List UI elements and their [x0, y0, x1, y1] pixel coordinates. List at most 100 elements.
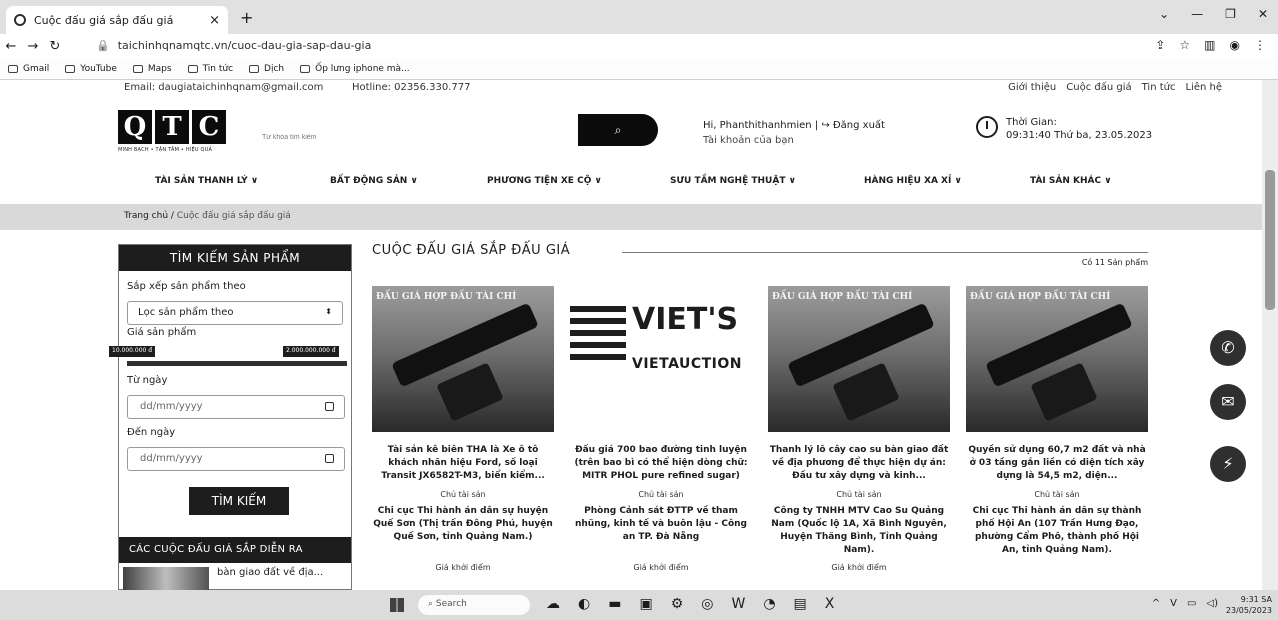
search-submit-button[interactable]: TÌM KIẾM — [189, 487, 289, 515]
browser-tab[interactable]: Cuộc đấu giá sắp đấu giá × — [6, 6, 228, 34]
edge-icon[interactable]: ◐ — [578, 596, 590, 612]
owner-label: Chủ tài sản — [836, 490, 882, 499]
upcoming-auction-item[interactable]: bàn giao đất về địa... — [123, 567, 323, 590]
vietauction-logo-bars — [570, 306, 626, 366]
bookmark-youtube[interactable]: YouTube — [65, 64, 117, 74]
link-contact[interactable]: Liên hệ — [1185, 82, 1222, 93]
to-date-label: Đến ngày — [127, 427, 176, 438]
breadcrumb-separator: / — [170, 211, 174, 221]
back-icon[interactable]: ← — [0, 39, 22, 54]
bookmark-news[interactable]: Tin tức — [187, 64, 233, 74]
breadcrumb-home[interactable]: Trang chủ — [124, 211, 168, 221]
excel-icon[interactable]: X — [825, 596, 835, 612]
auction-image[interactable]: ĐẤU GIÁ HỢP ĐẤU TÀI CHÍ — [372, 286, 554, 432]
url-field[interactable]: 🔒 taichinhqnamqtc.vn/cuoc-dau-gia-sap-dau… — [96, 34, 371, 58]
messenger-button[interactable]: ⚡ — [1210, 446, 1246, 482]
share-icon[interactable]: ⇪ — [1155, 38, 1165, 52]
settings-icon[interactable]: ⚙ — [671, 596, 684, 612]
bookmark-gmail[interactable]: Gmail — [8, 64, 49, 74]
contact-email[interactable]: Email: daugiataichinhqnam@gmail.com — [124, 82, 323, 93]
to-date-input[interactable]: dd/mm/yyyy — [127, 447, 345, 471]
logout-link[interactable]: Đăng xuất — [833, 120, 885, 131]
breadcrumb-current: Cuộc đấu giá sắp đấu giá — [176, 211, 291, 221]
to-date-placeholder: dd/mm/yyyy — [140, 453, 203, 464]
from-date-input[interactable]: dd/mm/yyyy — [127, 395, 345, 419]
bookmark-label: Dịch — [264, 63, 285, 74]
address-bar: ← → ↻ 🔒 taichinhqnamqtc.vn/cuoc-dau-gia-s… — [0, 34, 1278, 58]
auction-image[interactable]: ĐẤU GIÁ HỢP ĐẤU TÀI CHÍ — [966, 286, 1148, 432]
sidepanel-icon[interactable]: ▥ — [1204, 38, 1215, 52]
tab-search-icon[interactable]: ⌄ — [1159, 7, 1169, 21]
nav-item-luxury[interactable]: HÀNG HIỆU XA XỈ ∨ — [864, 176, 962, 186]
chrome-icon[interactable]: ◎ — [701, 596, 713, 612]
scrollbar-thumb[interactable] — [1265, 170, 1275, 310]
auction-title[interactable]: Đấu giá 700 bao đường tinh luyện (trên b… — [570, 444, 752, 484]
auction-owner: Chi cục Thi hành án dân sự huyện Quế Sơn… — [373, 506, 553, 542]
vietauction-logo-text: VIET'S — [632, 302, 739, 337]
address-bar-icons: ⇪ ☆ ▥ ◉ ⋮ — [1155, 38, 1266, 52]
tab-close-icon[interactable]: × — [209, 13, 220, 28]
bookmark-label: Maps — [147, 63, 172, 74]
store-icon[interactable]: ▣ — [639, 596, 652, 612]
auction-title[interactable]: Thanh lý lô cây cao su bàn giao đất về đ… — [768, 444, 950, 484]
bookmark-translate[interactable]: Dịch — [249, 64, 284, 74]
photos-icon[interactable]: ▤ — [794, 596, 807, 612]
nav-item-real-estate[interactable]: BẤT ĐỘNG SẢN ∨ — [330, 176, 418, 186]
restore-icon[interactable]: ❐ — [1225, 7, 1236, 21]
minimize-icon[interactable]: — — [1191, 7, 1203, 21]
weather-icon[interactable]: ☁ — [546, 596, 560, 612]
search-icon: ⌕ — [614, 123, 622, 137]
nav-item-liquidation[interactable]: TÀI SẢN THANH LÝ ∨ — [155, 176, 258, 186]
close-window-icon[interactable]: ✕ — [1258, 7, 1268, 21]
windows-start-icon[interactable] — [390, 598, 404, 612]
phone-call-button[interactable]: ✆ — [1210, 330, 1246, 366]
profile-icon[interactable]: ◉ — [1230, 38, 1240, 52]
taskbar-date: 23/05/2023 — [1225, 606, 1272, 615]
calendar-icon[interactable] — [325, 454, 334, 463]
user-greeting: Hi, Phanthithanhmien — [703, 120, 812, 131]
auction-card[interactable]: VIET'S VIETAUCTION Đấu giá 700 bao đường… — [570, 286, 752, 590]
taskbar-clock[interactable]: 9:31 SA 23/05/2023 — [1226, 594, 1272, 616]
contact-hotline[interactable]: Hotline: 02356.330.777 — [352, 82, 471, 93]
search-input[interactable] — [250, 120, 580, 154]
nav-item-art[interactable]: SƯU TẦM NGHỆ THUẬT ∨ — [670, 176, 796, 186]
account-link[interactable]: Tài khoản của bạn — [703, 133, 885, 148]
search-button[interactable]: ⌕ — [578, 114, 658, 146]
volume-icon[interactable]: ◁) — [1206, 598, 1218, 609]
bookmark-phonecase[interactable]: Ốp lưng iphone mà... — [300, 64, 410, 74]
auction-title[interactable]: Tài sản kê biên THA là Xe ô tô khách nhã… — [372, 444, 554, 484]
bookmark-star-icon[interactable]: ☆ — [1179, 38, 1190, 52]
menu-icon[interactable]: ⋮ — [1254, 38, 1266, 52]
zalo-chat-button[interactable]: ✉ — [1210, 384, 1246, 420]
nav-item-other[interactable]: TÀI SẢN KHÁC ∨ — [1030, 176, 1112, 186]
new-tab-button[interactable]: + — [240, 8, 253, 27]
taskbar-search[interactable]: ⌕ Search — [418, 595, 530, 615]
auction-title[interactable]: Quyền sử dụng 60,7 m2 đất và nhà ở 03 tầ… — [966, 444, 1148, 484]
gmail-icon — [8, 64, 18, 73]
product-count: Có 11 Sản phẩm — [1081, 258, 1148, 267]
tray-app-icon[interactable]: V — [1170, 598, 1177, 609]
file-explorer-icon[interactable]: ▬ — [608, 596, 621, 612]
forward-icon[interactable]: → — [22, 39, 44, 54]
bookmark-maps[interactable]: Maps — [132, 63, 172, 74]
auction-image[interactable]: VIET'S VIETAUCTION — [570, 286, 752, 432]
word-icon[interactable]: W — [731, 596, 745, 612]
sort-select[interactable]: Lọc sản phẩm theo ⬍ — [127, 301, 343, 325]
tray-chevron-icon[interactable]: ^ — [1152, 598, 1160, 609]
nav-item-vehicles[interactable]: PHƯƠNG TIỆN XE CỘ ∨ — [487, 176, 602, 186]
price-range-slider[interactable] — [127, 361, 347, 366]
site-logo[interactable]: Q T C MINH BẠCH • TẬN TÂM • HIỆU QUẢ — [118, 110, 228, 158]
reload-icon[interactable]: ↻ — [44, 39, 66, 54]
clock-widget: Thời Gian: 09:31:40 Thứ ba, 23.05.2023 — [976, 116, 1152, 142]
zalo-icon[interactable]: ◔ — [763, 596, 775, 612]
auction-image[interactable]: ĐẤU GIÁ HỢP ĐẤU TÀI CHÍ — [768, 286, 950, 432]
network-icon[interactable]: ▭ — [1187, 598, 1196, 609]
page-scrollbar[interactable] — [1262, 80, 1278, 590]
auction-card[interactable]: ĐẤU GIÁ HỢP ĐẤU TÀI CHÍ Tài sản kê biên … — [372, 286, 554, 590]
link-news[interactable]: Tin tức — [1142, 82, 1176, 93]
auction-card[interactable]: ĐẤU GIÁ HỢP ĐẤU TÀI CHÍ Quyền sử dụng 60… — [966, 286, 1148, 590]
calendar-icon[interactable] — [325, 402, 334, 411]
link-auctions[interactable]: Cuộc đấu giá — [1066, 82, 1131, 93]
auction-card[interactable]: ĐẤU GIÁ HỢP ĐẤU TÀI CHÍ Thanh lý lô cây … — [768, 286, 950, 590]
link-about[interactable]: Giới thiệu — [1008, 82, 1056, 93]
